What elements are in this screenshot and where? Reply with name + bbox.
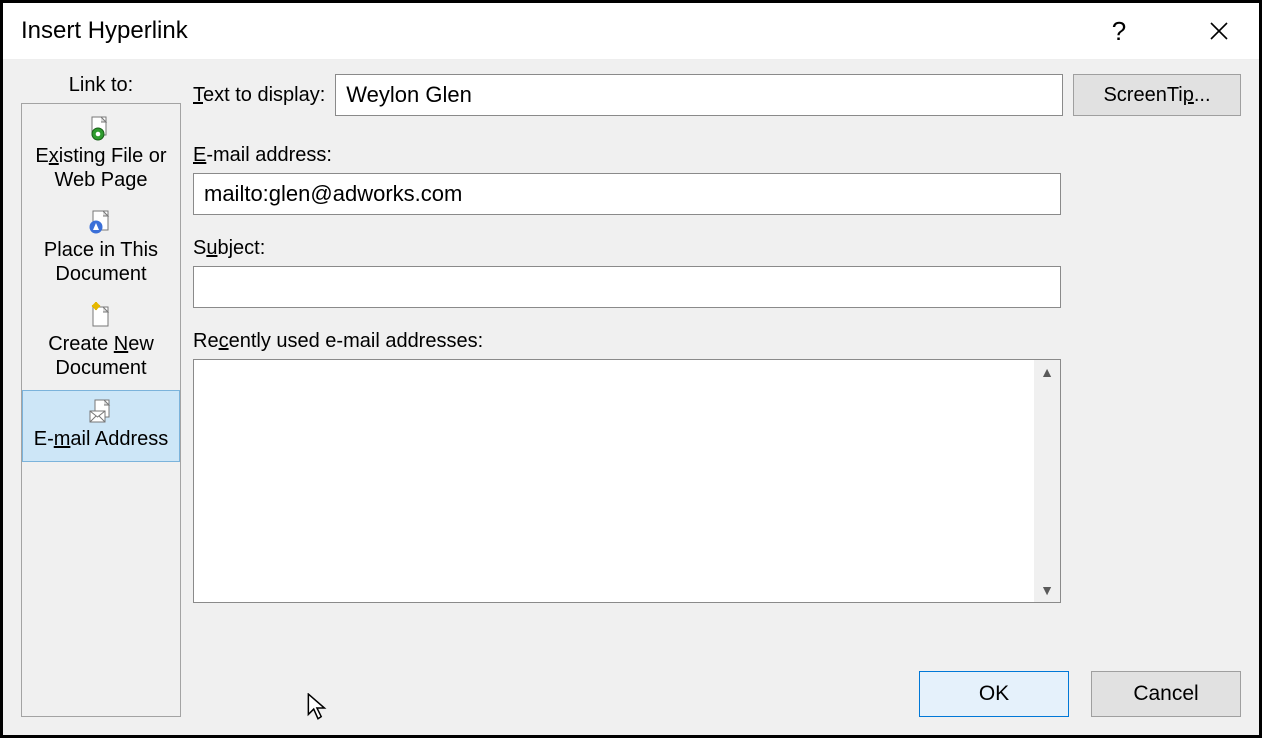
screentip-button[interactable]: ScreenTip...: [1073, 74, 1241, 116]
text-to-display-input[interactable]: [335, 74, 1063, 116]
dialog-title: Insert Hyperlink: [21, 17, 188, 45]
email-address-icon: [87, 397, 115, 425]
sidebar-item-email-address[interactable]: E-mail Address: [22, 390, 180, 462]
sidebar-item-label: Existing File or: [24, 144, 178, 168]
link-to-label: Link to:: [21, 74, 181, 97]
title-bar: Insert Hyperlink ?: [3, 3, 1259, 59]
sidebar-item-label: Create New: [24, 332, 178, 356]
recent-addresses-label: Recently used e-mail addresses:: [193, 330, 1241, 353]
subject-label: Subject:: [193, 237, 1241, 260]
scroll-down-icon[interactable]: ▼: [1034, 578, 1060, 602]
text-to-display-label: Text to display:: [193, 84, 325, 107]
email-address-label: E-mail address:: [193, 144, 1241, 167]
sidebar-item-existing-file[interactable]: Existing File or Web Page: [22, 108, 180, 202]
insert-hyperlink-dialog: Insert Hyperlink ? Link to: Existing Fil…: [0, 0, 1262, 738]
place-in-doc-icon: [87, 208, 115, 236]
close-button[interactable]: [1193, 9, 1245, 53]
create-new-icon: [87, 302, 115, 330]
sidebar-item-place-in-doc[interactable]: Place in This Document: [22, 202, 180, 296]
link-to-column: Link to: Existing File or Web Page: [21, 74, 181, 717]
dialog-body: Link to: Existing File or Web Page: [3, 59, 1259, 735]
close-icon: [1209, 21, 1229, 41]
scroll-up-icon[interactable]: ▲: [1034, 360, 1060, 384]
existing-file-icon: [87, 114, 115, 142]
dialog-footer: OK Cancel: [193, 671, 1241, 717]
sidebar-item-label-2: Web Page: [24, 168, 178, 192]
sidebar-item-create-new[interactable]: Create New Document: [22, 296, 180, 390]
email-address-input[interactable]: [193, 173, 1061, 215]
sidebar-item-label: E-mail Address: [25, 427, 177, 451]
link-to-sidebar: Existing File or Web Page Place in This …: [21, 103, 181, 717]
main-panel: Text to display: ScreenTip... E-mail add…: [193, 74, 1241, 717]
recent-addresses-listbox[interactable]: ▲ ▼: [193, 359, 1061, 603]
sidebar-item-label-2: Document: [24, 356, 178, 380]
help-button[interactable]: ?: [1093, 9, 1145, 53]
sidebar-item-label-2: Document: [24, 262, 178, 286]
mouse-cursor-icon: [307, 693, 329, 723]
subject-input[interactable]: [193, 266, 1061, 308]
sidebar-item-label: Place in This: [24, 238, 178, 262]
listbox-scrollbar[interactable]: ▲ ▼: [1034, 360, 1060, 602]
ok-button[interactable]: OK: [919, 671, 1069, 717]
cancel-button[interactable]: Cancel: [1091, 671, 1241, 717]
